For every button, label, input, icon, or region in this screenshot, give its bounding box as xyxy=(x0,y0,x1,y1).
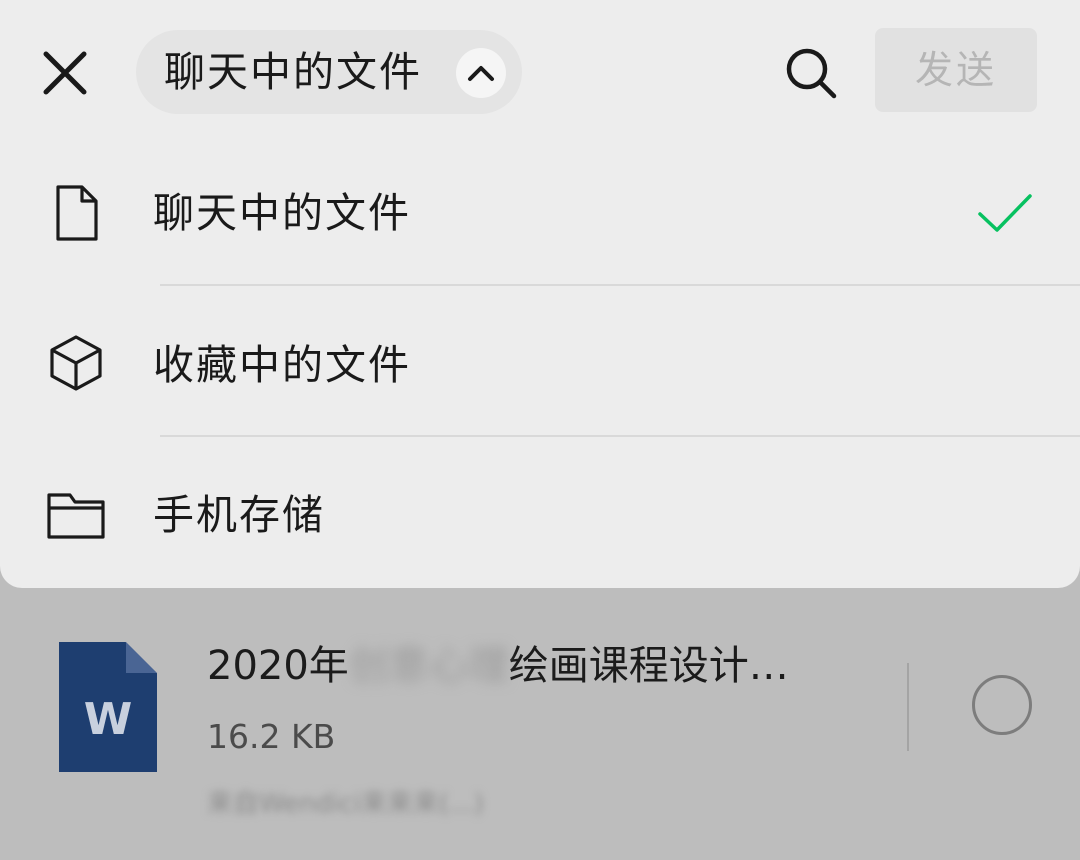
page-title: 聊天中的文件 xyxy=(164,48,422,96)
menu-item-label: 收藏中的文件 xyxy=(153,341,411,389)
file-name-blurred: 创意心理 xyxy=(348,643,509,689)
row-divider xyxy=(907,663,909,751)
collapse-button[interactable] xyxy=(456,48,506,98)
word-doc-icon-letter: W xyxy=(83,694,133,745)
menu-item-label: 手机存储 xyxy=(153,491,325,539)
file-list-item[interactable] xyxy=(0,588,1080,860)
search-icon xyxy=(786,48,837,99)
select-checkbox[interactable] xyxy=(972,675,1032,735)
divider xyxy=(160,435,1080,437)
menu-item-favorite-files[interactable]: 收藏中的文件 xyxy=(0,288,1080,438)
menu-item-label: 聊天中的文件 xyxy=(153,189,411,237)
send-button[interactable]: 发送 xyxy=(875,28,1037,112)
close-button[interactable] xyxy=(32,40,98,106)
menu-item-phone-storage[interactable]: 手机存储 xyxy=(0,438,1080,588)
file-name: 2020年创意心理绘画课程设计… xyxy=(207,640,887,692)
file-source: 来自Wendici来来来(...) xyxy=(207,789,484,819)
file-size: 16.2 KB xyxy=(207,717,336,756)
cube-icon xyxy=(50,335,102,391)
folder-icon xyxy=(47,493,105,539)
divider xyxy=(160,284,1080,286)
chevron-up-icon xyxy=(468,66,494,81)
search-button[interactable] xyxy=(782,44,840,102)
file-name-prefix: 2020年 xyxy=(207,643,349,689)
close-icon xyxy=(43,51,87,95)
file-name-suffix: 绘画课程设计… xyxy=(508,643,789,689)
file-icon xyxy=(56,185,98,241)
file-source-dropdown: 聊天中的文件 发送 聊天中的文件 收藏中的文件 手机存储 xyxy=(0,0,1080,588)
check-icon xyxy=(978,194,1032,232)
menu-item-chat-files[interactable]: 聊天中的文件 xyxy=(0,138,1080,288)
